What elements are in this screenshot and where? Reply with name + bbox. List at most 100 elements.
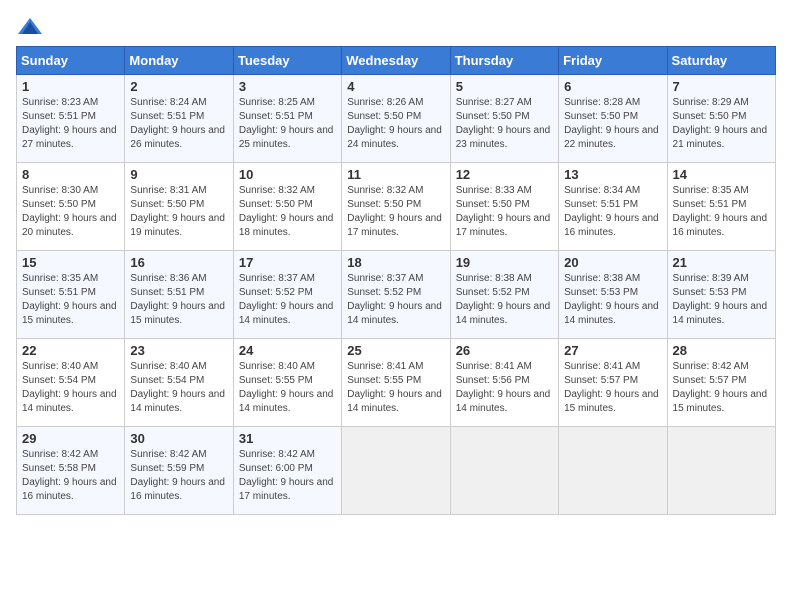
week-row-3: 15 Sunrise: 8:35 AM Sunset: 5:51 PM Dayl…: [17, 251, 776, 339]
day-info: Sunrise: 8:40 AM Sunset: 5:55 PM Dayligh…: [239, 360, 336, 416]
weekday-header-friday: Friday: [559, 47, 667, 75]
day-number: 15: [22, 255, 119, 270]
day-info: Sunrise: 8:38 AM Sunset: 5:52 PM Dayligh…: [456, 272, 553, 328]
weekday-header-thursday: Thursday: [450, 47, 558, 75]
day-number: 1: [22, 79, 119, 94]
day-info: Sunrise: 8:33 AM Sunset: 5:50 PM Dayligh…: [456, 184, 553, 240]
day-info: Sunrise: 8:25 AM Sunset: 5:51 PM Dayligh…: [239, 96, 336, 152]
day-number: 27: [564, 343, 661, 358]
day-info: Sunrise: 8:42 AM Sunset: 5:59 PM Dayligh…: [130, 448, 227, 504]
day-number: 28: [673, 343, 770, 358]
day-number: 29: [22, 431, 119, 446]
calendar-cell: 13 Sunrise: 8:34 AM Sunset: 5:51 PM Dayl…: [559, 163, 667, 251]
day-number: 31: [239, 431, 336, 446]
calendar-cell: 21 Sunrise: 8:39 AM Sunset: 5:53 PM Dayl…: [667, 251, 775, 339]
day-number: 17: [239, 255, 336, 270]
day-info: Sunrise: 8:42 AM Sunset: 5:57 PM Dayligh…: [673, 360, 770, 416]
calendar-cell: 19 Sunrise: 8:38 AM Sunset: 5:52 PM Dayl…: [450, 251, 558, 339]
day-info: Sunrise: 8:31 AM Sunset: 5:50 PM Dayligh…: [130, 184, 227, 240]
day-number: 25: [347, 343, 444, 358]
calendar-cell: 6 Sunrise: 8:28 AM Sunset: 5:50 PM Dayli…: [559, 75, 667, 163]
day-info: Sunrise: 8:35 AM Sunset: 5:51 PM Dayligh…: [22, 272, 119, 328]
day-number: 14: [673, 167, 770, 182]
day-info: Sunrise: 8:35 AM Sunset: 5:51 PM Dayligh…: [673, 184, 770, 240]
day-info: Sunrise: 8:42 AM Sunset: 6:00 PM Dayligh…: [239, 448, 336, 504]
day-info: Sunrise: 8:40 AM Sunset: 5:54 PM Dayligh…: [130, 360, 227, 416]
calendar-cell: 7 Sunrise: 8:29 AM Sunset: 5:50 PM Dayli…: [667, 75, 775, 163]
header: [16, 16, 776, 38]
logo: [16, 16, 48, 38]
day-info: Sunrise: 8:42 AM Sunset: 5:58 PM Dayligh…: [22, 448, 119, 504]
calendar-cell: 8 Sunrise: 8:30 AM Sunset: 5:50 PM Dayli…: [17, 163, 125, 251]
day-number: 9: [130, 167, 227, 182]
logo-icon: [16, 16, 44, 38]
day-info: Sunrise: 8:32 AM Sunset: 5:50 PM Dayligh…: [347, 184, 444, 240]
week-row-4: 22 Sunrise: 8:40 AM Sunset: 5:54 PM Dayl…: [17, 339, 776, 427]
calendar-cell: 23 Sunrise: 8:40 AM Sunset: 5:54 PM Dayl…: [125, 339, 233, 427]
calendar-cell: 10 Sunrise: 8:32 AM Sunset: 5:50 PM Dayl…: [233, 163, 341, 251]
day-info: Sunrise: 8:28 AM Sunset: 5:50 PM Dayligh…: [564, 96, 661, 152]
day-number: 18: [347, 255, 444, 270]
weekday-header-row: SundayMondayTuesdayWednesdayThursdayFrid…: [17, 47, 776, 75]
week-row-2: 8 Sunrise: 8:30 AM Sunset: 5:50 PM Dayli…: [17, 163, 776, 251]
day-info: Sunrise: 8:41 AM Sunset: 5:57 PM Dayligh…: [564, 360, 661, 416]
calendar-cell: 31 Sunrise: 8:42 AM Sunset: 6:00 PM Dayl…: [233, 427, 341, 515]
day-number: 2: [130, 79, 227, 94]
day-info: Sunrise: 8:32 AM Sunset: 5:50 PM Dayligh…: [239, 184, 336, 240]
day-info: Sunrise: 8:38 AM Sunset: 5:53 PM Dayligh…: [564, 272, 661, 328]
day-number: 3: [239, 79, 336, 94]
day-info: Sunrise: 8:23 AM Sunset: 5:51 PM Dayligh…: [22, 96, 119, 152]
day-number: 11: [347, 167, 444, 182]
weekday-header-wednesday: Wednesday: [342, 47, 450, 75]
day-info: Sunrise: 8:24 AM Sunset: 5:51 PM Dayligh…: [130, 96, 227, 152]
weekday-header-saturday: Saturday: [667, 47, 775, 75]
calendar-cell: 4 Sunrise: 8:26 AM Sunset: 5:50 PM Dayli…: [342, 75, 450, 163]
calendar-cell: 27 Sunrise: 8:41 AM Sunset: 5:57 PM Dayl…: [559, 339, 667, 427]
day-number: 12: [456, 167, 553, 182]
day-number: 30: [130, 431, 227, 446]
day-info: Sunrise: 8:29 AM Sunset: 5:50 PM Dayligh…: [673, 96, 770, 152]
day-info: Sunrise: 8:39 AM Sunset: 5:53 PM Dayligh…: [673, 272, 770, 328]
day-number: 24: [239, 343, 336, 358]
calendar-cell: 11 Sunrise: 8:32 AM Sunset: 5:50 PM Dayl…: [342, 163, 450, 251]
calendar-cell: 24 Sunrise: 8:40 AM Sunset: 5:55 PM Dayl…: [233, 339, 341, 427]
day-number: 19: [456, 255, 553, 270]
day-info: Sunrise: 8:27 AM Sunset: 5:50 PM Dayligh…: [456, 96, 553, 152]
day-info: Sunrise: 8:26 AM Sunset: 5:50 PM Dayligh…: [347, 96, 444, 152]
week-row-1: 1 Sunrise: 8:23 AM Sunset: 5:51 PM Dayli…: [17, 75, 776, 163]
calendar-cell: 9 Sunrise: 8:31 AM Sunset: 5:50 PM Dayli…: [125, 163, 233, 251]
calendar-cell: 17 Sunrise: 8:37 AM Sunset: 5:52 PM Dayl…: [233, 251, 341, 339]
calendar-cell: 18 Sunrise: 8:37 AM Sunset: 5:52 PM Dayl…: [342, 251, 450, 339]
calendar-cell: 28 Sunrise: 8:42 AM Sunset: 5:57 PM Dayl…: [667, 339, 775, 427]
calendar-cell: 16 Sunrise: 8:36 AM Sunset: 5:51 PM Dayl…: [125, 251, 233, 339]
day-number: 22: [22, 343, 119, 358]
calendar: SundayMondayTuesdayWednesdayThursdayFrid…: [16, 46, 776, 515]
calendar-cell: 22 Sunrise: 8:40 AM Sunset: 5:54 PM Dayl…: [17, 339, 125, 427]
day-number: 6: [564, 79, 661, 94]
calendar-cell: 30 Sunrise: 8:42 AM Sunset: 5:59 PM Dayl…: [125, 427, 233, 515]
day-number: 5: [456, 79, 553, 94]
calendar-cell: 5 Sunrise: 8:27 AM Sunset: 5:50 PM Dayli…: [450, 75, 558, 163]
day-number: 10: [239, 167, 336, 182]
calendar-cell: 3 Sunrise: 8:25 AM Sunset: 5:51 PM Dayli…: [233, 75, 341, 163]
day-number: 16: [130, 255, 227, 270]
week-row-5: 29 Sunrise: 8:42 AM Sunset: 5:58 PM Dayl…: [17, 427, 776, 515]
day-number: 21: [673, 255, 770, 270]
day-number: 7: [673, 79, 770, 94]
calendar-cell: 29 Sunrise: 8:42 AM Sunset: 5:58 PM Dayl…: [17, 427, 125, 515]
day-number: 8: [22, 167, 119, 182]
day-number: 26: [456, 343, 553, 358]
calendar-body: 1 Sunrise: 8:23 AM Sunset: 5:51 PM Dayli…: [17, 75, 776, 515]
calendar-cell: 12 Sunrise: 8:33 AM Sunset: 5:50 PM Dayl…: [450, 163, 558, 251]
calendar-cell: 20 Sunrise: 8:38 AM Sunset: 5:53 PM Dayl…: [559, 251, 667, 339]
day-info: Sunrise: 8:41 AM Sunset: 5:56 PM Dayligh…: [456, 360, 553, 416]
day-info: Sunrise: 8:37 AM Sunset: 5:52 PM Dayligh…: [347, 272, 444, 328]
day-info: Sunrise: 8:30 AM Sunset: 5:50 PM Dayligh…: [22, 184, 119, 240]
day-info: Sunrise: 8:40 AM Sunset: 5:54 PM Dayligh…: [22, 360, 119, 416]
weekday-header-sunday: Sunday: [17, 47, 125, 75]
day-number: 4: [347, 79, 444, 94]
weekday-header-tuesday: Tuesday: [233, 47, 341, 75]
day-info: Sunrise: 8:37 AM Sunset: 5:52 PM Dayligh…: [239, 272, 336, 328]
calendar-cell: 1 Sunrise: 8:23 AM Sunset: 5:51 PM Dayli…: [17, 75, 125, 163]
calendar-cell: [667, 427, 775, 515]
